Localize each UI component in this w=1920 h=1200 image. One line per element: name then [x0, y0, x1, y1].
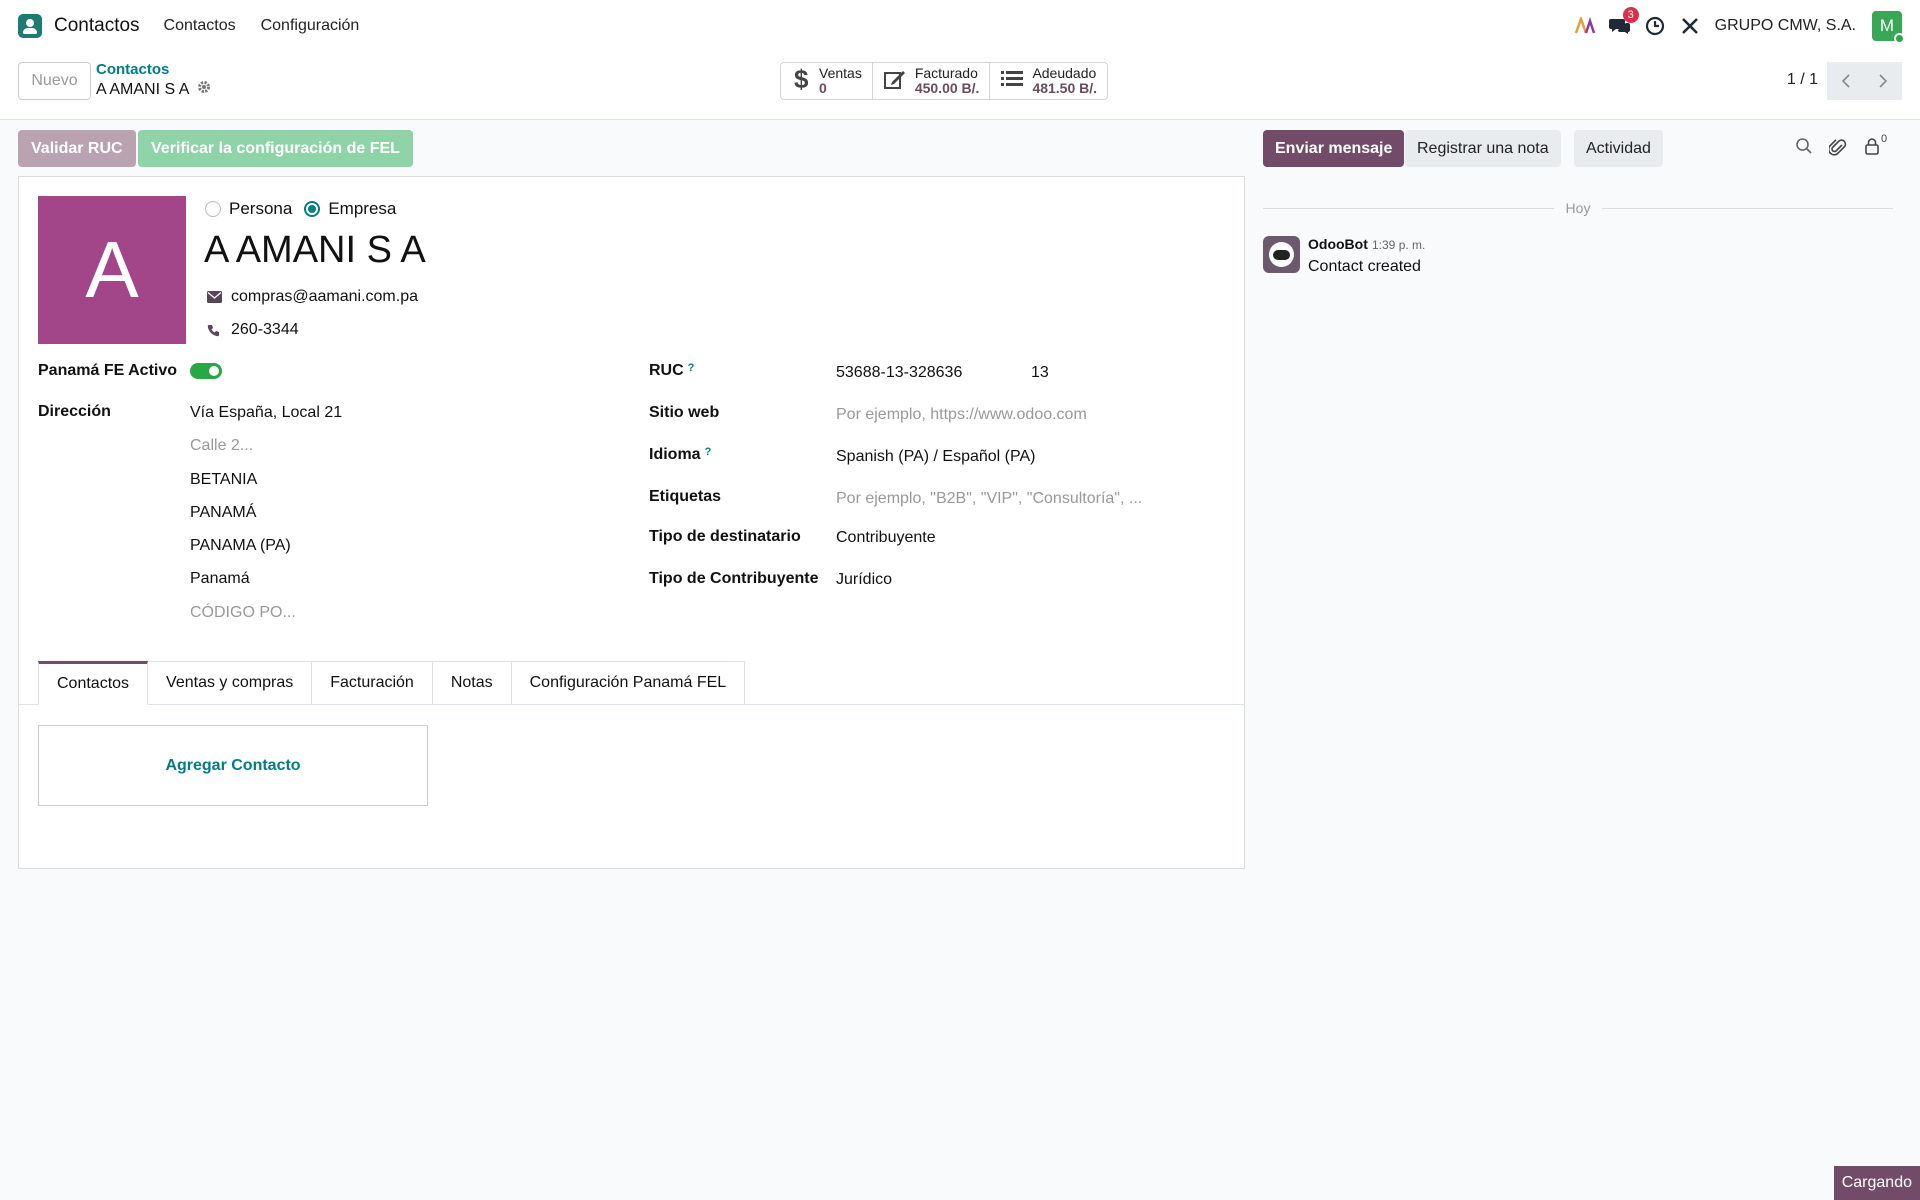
smart-button-ventas[interactable]: $ Ventas 0	[781, 63, 873, 99]
tools-icon[interactable]	[1679, 15, 1701, 37]
pager-next-button[interactable]	[1864, 62, 1902, 100]
recipient-type-label: Tipo de destinatario	[649, 528, 801, 545]
tab-facturacion[interactable]: Facturación	[312, 661, 433, 705]
svg-text:$: $	[794, 66, 809, 92]
control-panel: Nuevo Contactos A AMANI S A $ Ventas 0 Fa…	[0, 52, 1920, 120]
company-avatar[interactable]: A	[38, 196, 186, 344]
breadcrumb: Contactos A AMANI S A	[96, 61, 211, 99]
ruc-label: RUC?	[649, 362, 695, 379]
log-note-button[interactable]: Registrar una nota	[1405, 130, 1561, 167]
menu-contactos[interactable]: Contactos	[164, 17, 236, 35]
menu-configuracion[interactable]: Configuración	[261, 17, 360, 35]
clock-icon[interactable]	[1644, 15, 1666, 37]
breadcrumb-current: A AMANI S A	[96, 80, 190, 98]
validar-ruc-button[interactable]: Validar RUC	[18, 130, 136, 167]
list-icon	[1000, 69, 1024, 94]
app-name[interactable]: Contactos	[54, 15, 140, 37]
address-line4-field[interactable]: PANAMÁ	[190, 504, 256, 522]
language-help-icon[interactable]: ?	[705, 446, 712, 458]
breadcrumb-parent[interactable]: Contactos	[96, 61, 211, 78]
loading-indicator: Cargando	[1833, 1166, 1920, 1200]
fe-activo-label: Panamá FE Activo	[38, 362, 178, 379]
activity-button[interactable]: Actividad	[1574, 130, 1663, 167]
company-type-selector: Persona Empresa	[205, 199, 408, 219]
gear-icon[interactable]	[197, 80, 211, 99]
smart-button-adeudado[interactable]: Adeudado 481.50 B/.	[990, 63, 1107, 99]
search-icon[interactable]	[1795, 137, 1813, 160]
street-field[interactable]: Vía España, Local 21	[190, 404, 342, 422]
phone-field[interactable]: 260-3344	[207, 321, 299, 339]
paperclip-icon[interactable]	[1827, 137, 1847, 162]
add-contact-button[interactable]: Agregar Contacto	[38, 725, 428, 806]
website-field[interactable]: Por ejemplo, https://www.odoo.com	[836, 406, 1087, 424]
ruc-field[interactable]: 53688-13-328636	[836, 364, 962, 382]
new-button[interactable]: Nuevo	[18, 62, 91, 100]
contacts-app-icon[interactable]	[18, 14, 42, 38]
country-field[interactable]: Panamá	[190, 570, 250, 588]
message-time: 1:39 p. m.	[1372, 238, 1426, 252]
street2-field[interactable]: Calle 2...	[190, 437, 253, 455]
tab-ventas-compras[interactable]: Ventas y compras	[148, 661, 313, 705]
radio-persona[interactable]	[205, 201, 221, 217]
user-avatar[interactable]: M	[1872, 11, 1905, 44]
language-label: Idioma?	[649, 446, 712, 463]
followers-icon[interactable]: 0	[1864, 133, 1887, 160]
taxpayer-type-label: Tipo de Contribuyente	[649, 570, 819, 587]
smart-button-facturado[interactable]: Facturado 450.00 B/.	[873, 63, 991, 99]
form-sheet: A Persona Empresa A AMANI S A compras@aa…	[18, 176, 1245, 869]
taxpayer-type-field[interactable]: Jurídico	[836, 571, 892, 589]
tags-label: Etiquetas	[649, 488, 722, 505]
tab-configuracion-fel[interactable]: Configuración Panamá FEL	[511, 661, 746, 705]
edit-icon	[883, 68, 907, 95]
tab-contactos[interactable]: Contactos	[38, 661, 149, 705]
ruc-help-icon[interactable]: ?	[688, 362, 695, 374]
dv-field[interactable]: 13	[1031, 364, 1049, 382]
date-separator: Hoy	[1263, 200, 1893, 216]
messages-icon[interactable]: 3	[1608, 7, 1639, 37]
tab-notas[interactable]: Notas	[432, 661, 512, 705]
partner-name-field[interactable]: A AMANI S A	[204, 229, 426, 272]
phone-icon	[207, 324, 223, 337]
radio-empresa-label[interactable]: Empresa	[328, 199, 396, 219]
website-label: Sitio web	[649, 404, 720, 421]
chevron-right-icon	[1879, 74, 1888, 88]
company-switcher[interactable]: GRUPO CMW, S.A.	[1715, 17, 1856, 35]
address-line3-field[interactable]: BETANIA	[190, 471, 257, 489]
chevron-left-icon	[1841, 74, 1850, 88]
pager-value[interactable]: 1 / 1	[1787, 71, 1818, 89]
address-label: Dirección	[38, 403, 111, 420]
dollar-icon: $	[791, 64, 811, 97]
odoobot-avatar[interactable]	[1263, 236, 1300, 273]
zip-field[interactable]: CÓDIGO PO...	[190, 604, 296, 622]
recipient-type-field[interactable]: Contribuyente	[836, 529, 936, 547]
tags-field[interactable]: Por ejemplo, "B2B", "VIP", "Consultoría"…	[836, 490, 1142, 508]
notebook-tabs: Contactos Ventas y compras Facturación N…	[38, 661, 746, 705]
messages-badge: 3	[1622, 7, 1639, 23]
email-field[interactable]: compras@aamani.com.pa	[207, 288, 418, 306]
language-field[interactable]: Spanish (PA) / Español (PA)	[836, 448, 1036, 466]
pager-previous-button[interactable]	[1827, 62, 1865, 100]
verificar-fel-button[interactable]: Verificar la configuración de FEL	[138, 130, 413, 167]
ai-icon[interactable]	[1574, 15, 1596, 37]
radio-empresa[interactable]	[304, 201, 321, 217]
envelope-icon	[207, 291, 223, 303]
smart-buttons: $ Ventas 0 Facturado 450.00 B/. Adeudado 48…	[780, 62, 1109, 100]
radio-persona-label[interactable]: Persona	[229, 199, 292, 219]
fe-activo-toggle[interactable]	[190, 363, 222, 379]
message-body: Contact created	[1308, 258, 1421, 275]
state-field[interactable]: PANAMA (PA)	[190, 537, 291, 555]
message-author[interactable]: OdooBot	[1308, 236, 1368, 252]
followers-count: 0	[1881, 133, 1888, 145]
top-navbar: Contactos Contactos Configuración 3 GRUP…	[0, 0, 1920, 52]
send-message-button[interactable]: Enviar mensaje	[1263, 130, 1405, 167]
